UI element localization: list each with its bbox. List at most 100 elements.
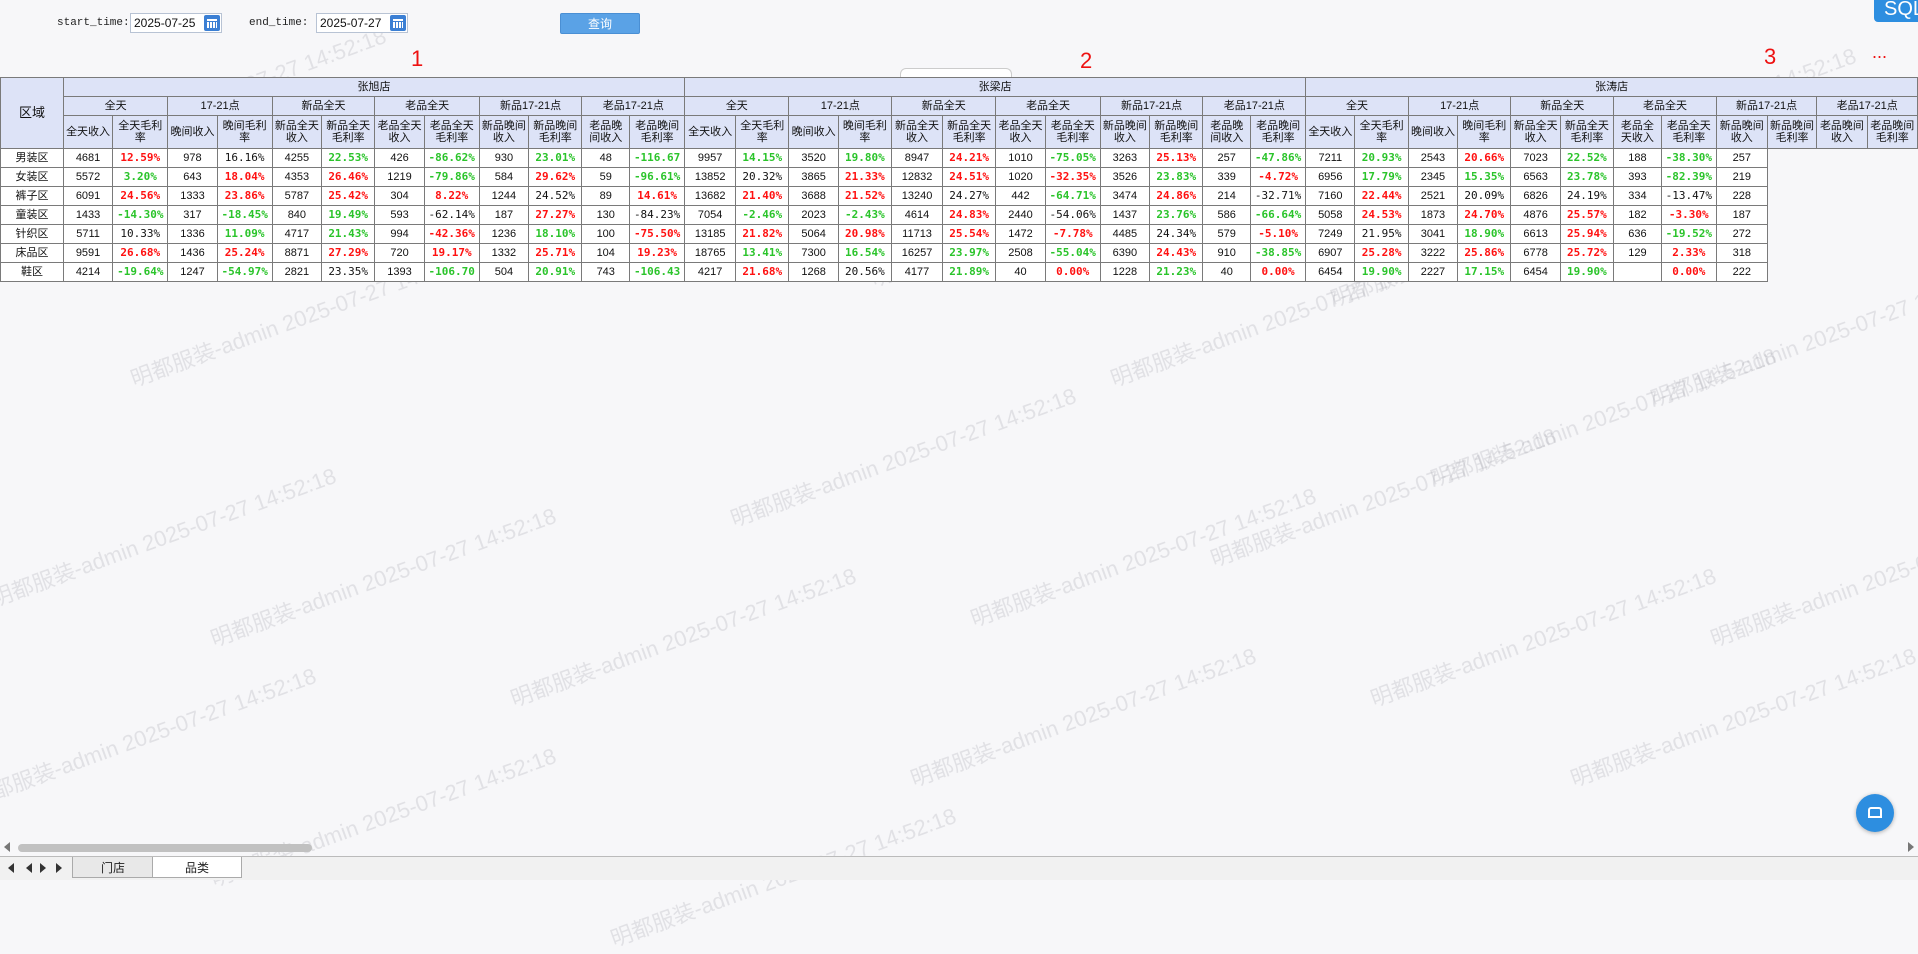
column-header: 全天收入 [1305, 115, 1356, 149]
data-cell: 1393 [374, 262, 425, 282]
region-header: 区域 [0, 77, 64, 149]
annotation-3: 3 [1764, 44, 1777, 69]
data-cell: 22.44% [1354, 186, 1409, 206]
data-cell: -47.86% [1250, 148, 1307, 168]
data-cell: 2345 [1407, 167, 1459, 187]
data-cell: 25.94% [1559, 224, 1615, 244]
data-cell: 100 [581, 224, 631, 244]
group-header: 17-21点 [1407, 96, 1512, 116]
data-cell: -38.85% [1250, 243, 1307, 263]
column-header: 老品晚间毛利率 [1250, 115, 1307, 149]
data-cell: 3263 [1099, 148, 1151, 168]
data-cell: 25.54% [941, 224, 997, 244]
data-cell: 6826 [1510, 186, 1561, 206]
category-report-table: 区域 张旭店 张梁店 张涛店 全天 17-21点 新品全天 老品全天 新品17-21点 老品17-… [0, 77, 1918, 282]
column-header: 新品全天收入 [1510, 115, 1561, 149]
data-cell: 187 [1715, 205, 1768, 225]
data-cell: 25.86% [1457, 243, 1512, 263]
sql-button[interactable]: SQL [1874, 0, 1918, 22]
data-cell: 10.33% [112, 224, 169, 244]
column-header: 新品全天毛利率 [1559, 115, 1615, 149]
column-header: 新品晚间毛利率 [528, 115, 583, 149]
query-button[interactable]: 查询 [560, 13, 640, 34]
start-time-input[interactable]: 2025-07-25 [130, 13, 222, 33]
float-action-button[interactable] [1856, 794, 1894, 832]
data-cell: 4614 [891, 205, 943, 225]
data-cell: 21.33% [837, 167, 893, 187]
start-time-label: start_time: [57, 17, 130, 29]
watermark-text: 明都服装-admin 2025-07-27 14:52:18 [1367, 563, 1720, 712]
data-cell: 214 [1202, 186, 1252, 206]
data-cell: 25.72% [1559, 243, 1615, 263]
data-cell: -79.86% [423, 167, 480, 187]
data-cell: 11713 [891, 224, 943, 244]
column-header: 新品全天收入 [271, 115, 323, 149]
data-cell: 15.35% [1457, 167, 1512, 187]
data-cell: 26.68% [112, 243, 169, 263]
last-sheet-icon[interactable] [56, 863, 62, 873]
column-header: 全天毛利率 [112, 115, 169, 149]
tab-category[interactable]: 品类 [152, 857, 242, 878]
watermark-text: 明都服装-admin 2025-07-27 14:52:18 [0, 663, 320, 812]
data-cell: 318 [1715, 243, 1768, 263]
calendar-icon[interactable] [390, 15, 406, 31]
prev-sheet-icon[interactable] [26, 863, 32, 873]
scroll-left-icon[interactable] [4, 842, 10, 852]
data-cell: 21.52% [837, 186, 893, 206]
tab-store[interactable]: 门店 [72, 857, 154, 878]
data-cell: -55.04% [1044, 243, 1101, 263]
data-cell: 2023 [788, 205, 839, 225]
data-cell: 584 [478, 167, 530, 187]
data-cell: 24.19% [1559, 186, 1615, 206]
data-cell: 910 [1202, 243, 1252, 263]
data-cell: 593 [374, 205, 425, 225]
data-cell: 3474 [1099, 186, 1151, 206]
data-cell: 21.95% [1354, 224, 1409, 244]
scroll-thumb[interactable] [18, 844, 312, 852]
data-cell: 586 [1202, 205, 1252, 225]
table-row: 裤子区 6091 24.56% 1333 23.86% 5787 25.42% 304 8.22… [0, 186, 1918, 206]
data-cell: 6778 [1510, 243, 1561, 263]
data-cell: 188 [1613, 148, 1662, 168]
data-cell: -19.64% [112, 262, 169, 282]
data-cell: 579 [1202, 224, 1252, 244]
horizontal-scrollbar[interactable] [0, 840, 1918, 854]
table-row: 针织区 5711 10.33% 1336 11.09% 4717 21.43% 994 -42.… [0, 224, 1918, 244]
data-cell: 1236 [478, 224, 530, 244]
end-time-input[interactable]: 2025-07-27 [316, 13, 408, 33]
data-cell: 0.00% [1044, 262, 1101, 282]
data-cell: 7160 [1305, 186, 1356, 206]
group-header: 新品17-21点 [478, 96, 583, 116]
data-cell: 1020 [995, 167, 1046, 187]
group-header: 新品17-21点 [1099, 96, 1204, 116]
data-cell: 1010 [995, 148, 1046, 168]
column-header: 新品晚间收入 [478, 115, 530, 149]
watermark-text: 明都服装-admin 2025-07-27 14:52:18 [1707, 503, 1918, 652]
data-cell: 2227 [1407, 262, 1459, 282]
group-header-row: 全天 17-21点 新品全天 老品全天 新品17-21点 老品17-21点 全天 17-21点… [1, 96, 1918, 116]
data-cell: 3520 [788, 148, 839, 168]
calendar-icon[interactable] [204, 15, 220, 31]
data-cell: -75.05% [1044, 148, 1101, 168]
end-time-label: end_time: [249, 17, 309, 29]
data-cell: 25.42% [321, 186, 376, 206]
data-cell: 393 [1613, 167, 1662, 187]
scroll-right-icon[interactable] [1908, 842, 1914, 852]
data-cell: 24.51% [941, 167, 997, 187]
data-cell: -116.67 [629, 148, 686, 168]
data-cell: 7249 [1305, 224, 1356, 244]
data-cell: -14.30% [112, 205, 169, 225]
next-sheet-icon[interactable] [40, 863, 46, 873]
data-cell: 636 [1613, 224, 1662, 244]
data-cell: 20.91% [528, 262, 583, 282]
watermark-text: 明都服装-admin 2025-07-27 14:52:18 [1207, 423, 1560, 572]
data-cell: 6563 [1510, 167, 1561, 187]
data-cell: 20.66% [1457, 148, 1512, 168]
column-header: 新品全天收入 [891, 115, 943, 149]
data-cell: 9591 [62, 243, 114, 263]
region-cell: 针织区 [0, 224, 64, 244]
column-header: 老品全天收入 [374, 115, 425, 149]
data-cell: 24.21% [941, 148, 997, 168]
data-cell: 257 [1715, 148, 1768, 168]
first-sheet-icon[interactable] [8, 863, 14, 873]
